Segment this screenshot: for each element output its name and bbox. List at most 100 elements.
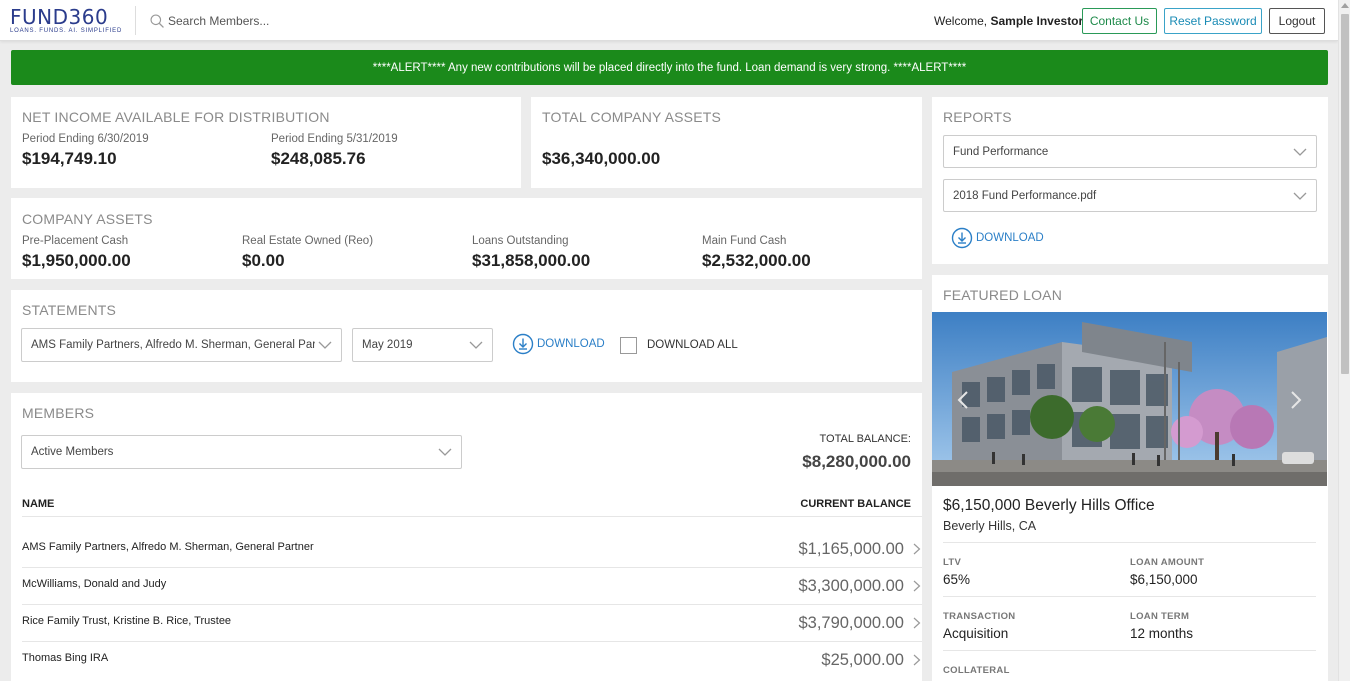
- statement-download-label: DOWNLOAD: [537, 338, 605, 350]
- featured-loan-title: FEATURED LOAN: [943, 287, 1063, 303]
- asset-value-pre-placement: $1,950,000.00: [22, 251, 131, 270]
- download-icon: [512, 333, 534, 355]
- member-balance: $1,165,000.00: [798, 540, 904, 558]
- loan-term-value: 12 months: [1130, 626, 1194, 641]
- chevron-down-icon: [1293, 192, 1307, 200]
- search-icon: [150, 13, 164, 28]
- reports-card: REPORTS Fund Performance 2018 Fund Perfo…: [932, 97, 1328, 264]
- members-card: MEMBERS Active Members TOTAL BALANCE: $8…: [11, 393, 922, 681]
- member-row[interactable]: Rice Family Trust, Kristine B. Rice, Tru…: [11, 605, 933, 642]
- asset-value-main-fund: $2,532,000.00: [702, 251, 811, 270]
- chevron-right-icon: [913, 543, 921, 555]
- loan-amount-label: LOAN AMOUNT: [1130, 557, 1205, 568]
- asset-label-pre-placement: Pre-Placement Cash: [22, 235, 129, 247]
- asset-value-reo: $0.00: [242, 251, 285, 270]
- fund360-logo[interactable]: FUND360 LOANS. FUNDS. AI. SIMPLIFIED: [10, 7, 125, 35]
- welcome-prefix: Welcome,: [934, 14, 988, 28]
- logo-tagline: LOANS. FUNDS. AI. SIMPLIFIED: [10, 28, 123, 34]
- search-members-input[interactable]: [168, 14, 338, 28]
- alert-banner: ****ALERT**** Any new contributions will…: [11, 50, 1328, 85]
- page-scrollbar[interactable]: [1338, 0, 1350, 681]
- contact-us-button[interactable]: Contact Us: [1082, 8, 1157, 34]
- loan-ltv-value: 65%: [943, 572, 971, 587]
- loan-collateral-label: COLLATERAL: [943, 665, 1010, 676]
- chevron-down-icon: [318, 341, 332, 349]
- period-value-1: $194,749.10: [22, 149, 117, 168]
- chevron-right-icon: [913, 654, 921, 666]
- featured-loan-card: FEATURED LOAN $6,150,000 Beverly Hills O…: [932, 275, 1328, 681]
- statement-member-select[interactable]: AMS Family Partners, Alfredo M. Sherman,…: [21, 328, 342, 362]
- loan-title[interactable]: $6,150,000 Beverly Hills Office: [943, 497, 1155, 515]
- member-name: McWilliams, Donald and Judy: [22, 578, 167, 590]
- net-income-title: NET INCOME AVAILABLE FOR DISTRIBUTION: [22, 109, 330, 125]
- net-income-card: NET INCOME AVAILABLE FOR DISTRIBUTION Pe…: [11, 97, 521, 188]
- member-name: Thomas Bing IRA: [22, 652, 109, 664]
- loan-transaction-value: Acquisition: [943, 626, 1009, 641]
- chevron-right-icon: [913, 580, 921, 592]
- featured-loan-image[interactable]: [932, 312, 1327, 486]
- member-row[interactable]: Thomas Bing IRA $25,000.00: [11, 642, 933, 679]
- member-name: AMS Family Partners, Alfredo M. Sherman,…: [22, 541, 314, 553]
- statement-download-link[interactable]: DOWNLOAD: [512, 333, 605, 355]
- search-bar: [149, 11, 349, 31]
- alert-text: ****ALERT**** Any new contributions will…: [372, 61, 967, 74]
- carousel-prev-icon[interactable]: [957, 390, 969, 410]
- member-balance: $3,300,000.00: [798, 577, 904, 595]
- chevron-down-icon: [469, 341, 483, 349]
- download-all-checkbox[interactable]: [620, 337, 637, 354]
- report-file-value: 2018 Fund Performance.pdf: [953, 189, 1097, 202]
- building-photo: [932, 312, 1327, 486]
- period-label-2: Period Ending 5/31/2019: [271, 133, 398, 145]
- member-name: Rice Family Trust, Kristine B. Rice, Tru…: [22, 615, 232, 627]
- logo-text: FUND360: [10, 5, 109, 29]
- reset-password-button[interactable]: Reset Password: [1164, 8, 1262, 34]
- total-assets-title: TOTAL COMPANY ASSETS: [542, 109, 722, 125]
- report-file-select[interactable]: 2018 Fund Performance.pdf: [943, 179, 1317, 212]
- loan-divider: [943, 596, 1316, 597]
- report-type-select[interactable]: Fund Performance: [943, 135, 1317, 168]
- asset-label-loans: Loans Outstanding: [472, 235, 569, 247]
- members-filter-value: Active Members: [31, 446, 114, 458]
- asset-label-main-fund: Main Fund Cash: [702, 235, 787, 247]
- loan-transaction-label: TRANSACTION: [943, 611, 1016, 622]
- total-balance-label: TOTAL BALANCE:: [819, 433, 912, 445]
- company-assets-title: COMPANY ASSETS: [22, 211, 153, 227]
- download-icon: [951, 227, 973, 249]
- period-label-1: Period Ending 6/30/2019: [22, 133, 149, 145]
- logout-button[interactable]: Logout: [1269, 8, 1325, 34]
- asset-value-loans: $31,858,000.00: [472, 251, 591, 270]
- member-row[interactable]: AMS Family Partners, Alfredo M. Sherman,…: [11, 531, 933, 568]
- report-type-value: Fund Performance: [953, 145, 1049, 158]
- header-divider: [135, 6, 136, 35]
- welcome-message: Welcome, Sample Investor: [934, 14, 1083, 28]
- download-all-label[interactable]: DOWNLOAD ALL: [647, 339, 738, 351]
- loan-divider: [943, 542, 1316, 543]
- scroll-thumb[interactable]: [1341, 14, 1349, 374]
- loan-location: Beverly Hills, CA: [943, 519, 1037, 533]
- total-assets-card: TOTAL COMPANY ASSETS $36,340,000.00: [531, 97, 922, 188]
- reports-title: REPORTS: [943, 109, 1012, 125]
- statement-member-value: AMS Family Partners, Alfredo M. Sherman,…: [31, 339, 315, 351]
- members-filter-select[interactable]: Active Members: [21, 435, 462, 469]
- statements-card: STATEMENTS AMS Family Partners, Alfredo …: [11, 290, 922, 382]
- members-title: MEMBERS: [22, 405, 95, 421]
- column-header-name[interactable]: NAME: [22, 498, 54, 510]
- loan-divider: [943, 650, 1316, 651]
- scroll-up-arrow-icon[interactable]: [1341, 3, 1349, 8]
- member-row[interactable]: McWilliams, Donald and Judy $3,300,000.0…: [11, 568, 933, 605]
- column-header-balance[interactable]: CURRENT BALANCE: [800, 498, 911, 510]
- chevron-down-icon: [438, 448, 452, 456]
- loan-ltv-label: LTV: [943, 557, 962, 568]
- carousel-next-icon[interactable]: [1290, 390, 1302, 410]
- member-balance: $3,790,000.00: [798, 614, 904, 632]
- loan-term-label: LOAN TERM: [1130, 611, 1190, 622]
- company-assets-card: COMPANY ASSETS Pre-Placement Cash $1,950…: [11, 198, 922, 279]
- statement-month-select[interactable]: May 2019: [352, 328, 493, 362]
- top-header: FUND360 LOANS. FUNDS. AI. SIMPLIFIED Wel…: [0, 0, 1338, 41]
- user-name: Sample Investor: [990, 14, 1084, 28]
- table-divider: [22, 516, 922, 517]
- report-download-link[interactable]: DOWNLOAD: [951, 227, 1044, 249]
- chevron-down-icon: [1293, 148, 1307, 156]
- statements-title: STATEMENTS: [22, 302, 117, 318]
- total-assets-value: $36,340,000.00: [542, 149, 661, 168]
